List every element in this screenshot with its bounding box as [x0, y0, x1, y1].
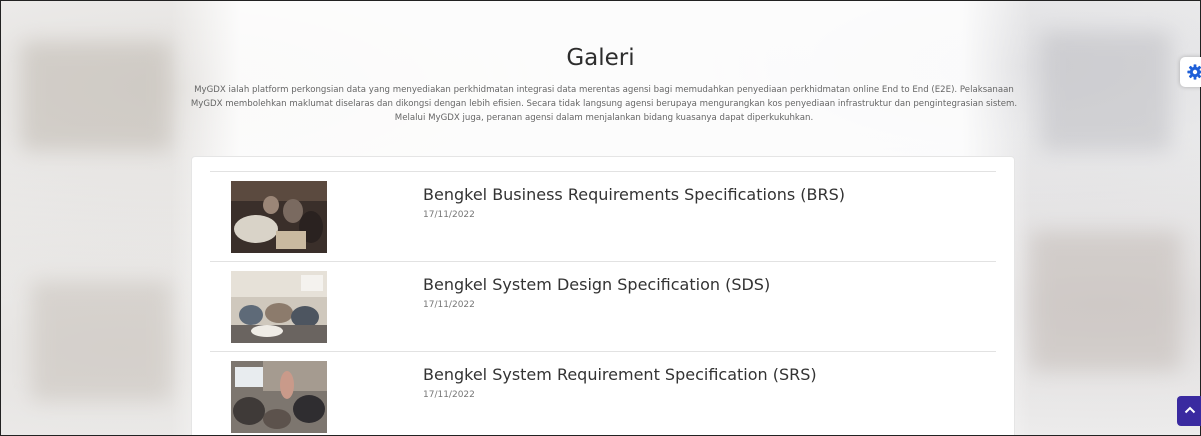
gallery-card: Bengkel Business Requirements Specificat… — [191, 156, 1015, 435]
gallery-item-title[interactable]: Bengkel System Design Specification (SDS… — [423, 275, 770, 294]
gallery-item-date: 17/11/2022 — [423, 390, 475, 400]
gallery-thumbnail[interactable] — [231, 271, 327, 343]
gallery-item-title[interactable]: Bengkel System Requirement Specification… — [423, 365, 817, 384]
gallery-thumbnail[interactable] — [231, 361, 327, 433]
gallery-thumbnail[interactable] — [231, 181, 327, 253]
gallery-item[interactable]: Bengkel Business Requirements Specificat… — [210, 171, 996, 260]
settings-button[interactable] — [1180, 57, 1201, 87]
page-description: MyGDX ialah platform perkongsian data ya… — [190, 85, 1018, 123]
scroll-to-top-button[interactable] — [1177, 396, 1201, 426]
gallery-item-date: 17/11/2022 — [423, 300, 475, 310]
gallery-item-title[interactable]: Bengkel Business Requirements Specificat… — [423, 185, 845, 204]
gallery-item[interactable]: Bengkel System Design Specification (SDS… — [210, 261, 996, 350]
gallery-item[interactable]: Bengkel System Requirement Specification… — [210, 351, 996, 435]
gallery-item-date: 17/11/2022 — [423, 210, 475, 220]
page-title: Galeri — [566, 45, 635, 71]
page-background: Galeri MyGDX ialah platform perkongsian … — [0, 0, 1201, 436]
background-photo — [1031, 231, 1181, 371]
background-photo — [31, 281, 171, 401]
